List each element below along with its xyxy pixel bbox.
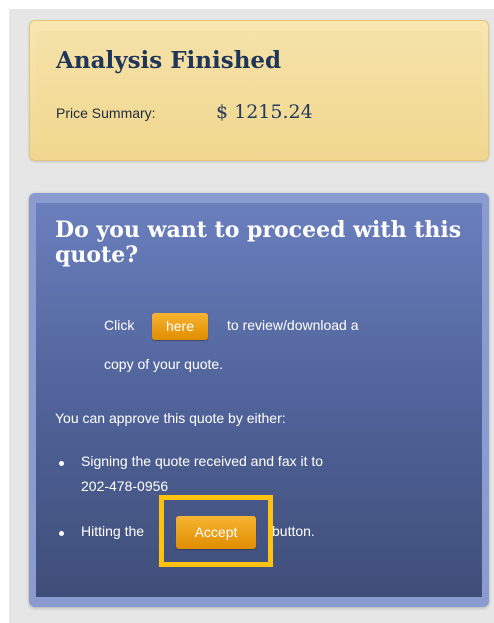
- accept-option-suffix: button.: [272, 523, 315, 539]
- review-prefix-text: Click: [104, 317, 135, 333]
- fax-option-text: Signing the quote received and fax it to: [81, 453, 324, 469]
- review-line2-text: copy of your quote.: [104, 356, 224, 372]
- bullet-dot: [59, 531, 64, 536]
- accept-button-highlight-box: [159, 495, 273, 567]
- accept-option-prefix: Hitting the: [81, 523, 145, 539]
- summary-title: Analysis Finished: [56, 47, 282, 74]
- review-suffix-text: to review/download a: [227, 317, 359, 333]
- price-summary-label: Price Summary:: [56, 105, 156, 121]
- analysis-summary-card: Analysis Finished Price Summary: $ 1215.…: [29, 20, 489, 161]
- approve-intro-text: You can approve this quote by either:: [55, 410, 286, 426]
- price-summary-value: $ 1215.24: [216, 101, 313, 123]
- bullet-dot: [59, 461, 64, 466]
- here-button[interactable]: here: [152, 313, 208, 340]
- fax-number-text: 202-478-0956: [81, 478, 169, 494]
- quote-question-title: Do you want to proceed with this quote?: [55, 217, 462, 268]
